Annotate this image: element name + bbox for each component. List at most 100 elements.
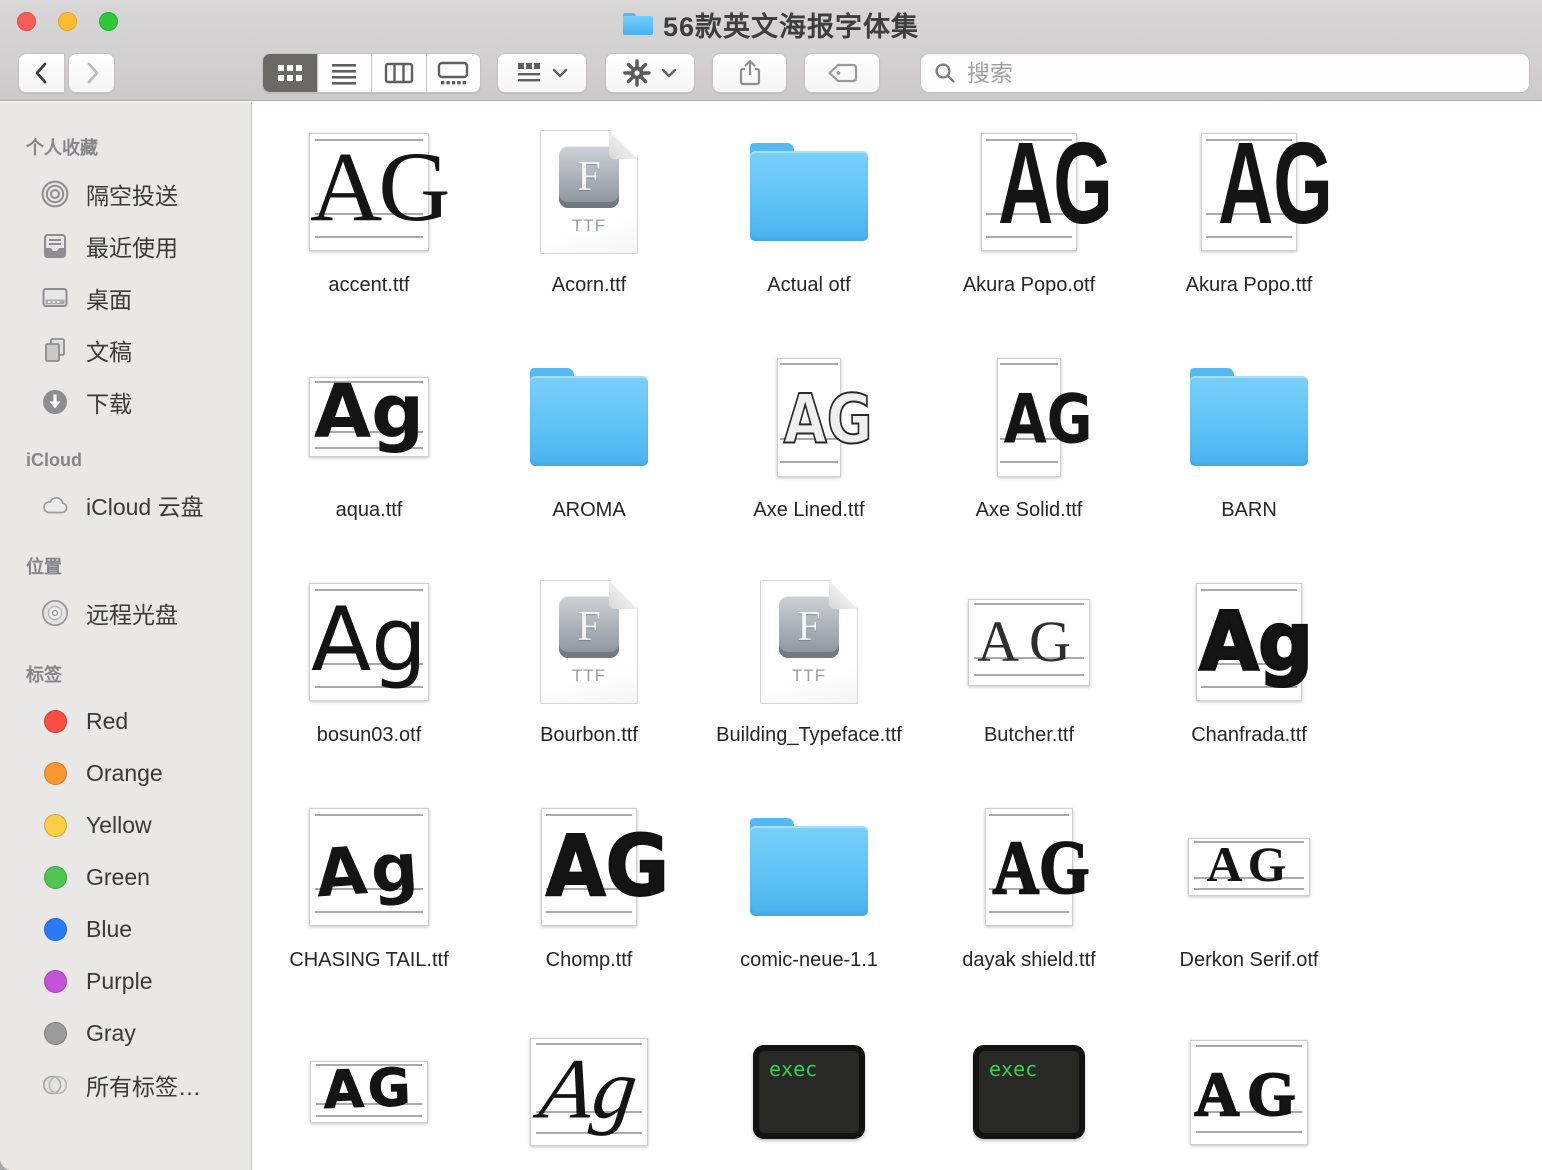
sidebar-item-label: Green <box>86 864 150 891</box>
window-title: 56款英文海报字体集 <box>663 5 919 44</box>
share-button[interactable] <box>712 53 787 93</box>
sidebar-item-tag-red[interactable]: Red <box>0 695 251 747</box>
font-preview-thumbnail: AG <box>310 1061 428 1123</box>
file-item[interactable]: AGDerkon Serif.otf <box>1139 793 1359 1018</box>
font-preview-thumbnail: AG <box>1201 133 1297 251</box>
file-item[interactable]: AgChanfrada.ttf <box>1139 568 1359 793</box>
sidebar-item-disc[interactable]: 远程光盘 <box>0 587 251 639</box>
file-name-label: Chomp.ttf <box>546 945 633 976</box>
file-name-label: aqua.ttf <box>336 495 403 526</box>
file-name-label: Building_Typeface.ttf <box>716 720 902 751</box>
file-item[interactable]: AG <box>259 1018 479 1170</box>
sidebar-section-header: 标签 <box>0 651 251 695</box>
file-item[interactable]: AgCHASING TAIL.ttf <box>259 793 479 1018</box>
file-item[interactable]: FTTF Building_Typeface.ttf <box>699 568 919 793</box>
sidebar-section: 个人收藏隔空投送最近使用桌面文稿下载 <box>0 124 251 428</box>
font-preview-thumbnail: AG <box>309 133 429 251</box>
sidebar-section: 位置远程光盘 <box>0 543 251 639</box>
sidebar-item-tag-blue[interactable]: Blue <box>0 903 251 955</box>
file-grid: AGaccent.ttfFTTFAcorn.ttfActual otfAGAku… <box>253 102 1542 1170</box>
file-item[interactable]: AGButcher.ttf <box>919 568 1139 793</box>
file-item[interactable]: exec <box>919 1018 1139 1170</box>
downloads-icon <box>40 387 70 417</box>
file-name-label: dayak shield.ttf <box>962 945 1095 976</box>
file-item[interactable]: AGdayak shield.ttf <box>919 793 1139 1018</box>
file-item[interactable]: AROMA <box>479 343 699 568</box>
column-view-button[interactable] <box>372 54 427 92</box>
file-item[interactable]: FTTFAcorn.ttf <box>479 118 699 343</box>
file-item[interactable]: AGAkura Popo.ttf <box>1139 118 1359 343</box>
file-item[interactable]: AGAkura Popo.otf <box>919 118 1139 343</box>
font-preview-thumbnail: AG <box>981 133 1077 251</box>
file-name-label: Axe Solid.ttf <box>976 495 1083 526</box>
share-icon <box>736 58 764 88</box>
file-item[interactable]: FTTFBourbon.ttf <box>479 568 699 793</box>
file-item[interactable]: Ag aqua.ttf <box>259 343 479 568</box>
sidebar-item-tag-green[interactable]: Green <box>0 851 251 903</box>
font-preview-thumbnail: AG <box>997 358 1061 477</box>
file-name-label: CHASING TAIL.ttf <box>289 945 448 976</box>
gear-icon <box>622 58 652 88</box>
desktop-icon <box>40 283 70 313</box>
tag-icon <box>825 60 859 86</box>
window-title-group: 56款英文海报字体集 <box>0 8 1542 40</box>
file-name-label: BARN <box>1221 495 1277 526</box>
file-item[interactable]: AG <box>1139 1018 1359 1170</box>
documents-icon <box>40 335 70 365</box>
disc-icon <box>40 598 70 628</box>
sidebar-item-tag-yellow[interactable]: Yellow <box>0 799 251 851</box>
group-button[interactable] <box>497 53 587 93</box>
forward-button[interactable] <box>68 53 115 93</box>
font-preview-thumbnail: Ag <box>309 377 429 457</box>
font-preview-thumbnail: AG <box>777 358 841 477</box>
sidebar-item-tag-orange[interactable]: Orange <box>0 747 251 799</box>
chevron-left-icon <box>29 59 55 87</box>
font-preview-thumbnail: Ag <box>530 1038 648 1146</box>
ttf-document-icon: FTTF <box>760 580 858 704</box>
sidebar-item-icloud[interactable]: iCloud 云盘 <box>0 479 251 531</box>
gallery-view-button[interactable] <box>427 54 481 92</box>
file-item[interactable]: Ag <box>479 1018 699 1170</box>
file-item[interactable]: AG Axe Solid.ttf <box>919 343 1139 568</box>
file-item[interactable]: AGAxe Lined.ttf <box>699 343 919 568</box>
sidebar-item-label: Yellow <box>86 812 152 839</box>
icloud-icon <box>40 490 70 520</box>
tag-button[interactable] <box>804 53 880 93</box>
file-item[interactable]: AGaccent.ttf <box>259 118 479 343</box>
file-item[interactable]: exec <box>699 1018 919 1170</box>
executable-icon: exec <box>973 1045 1085 1139</box>
file-item[interactable]: AGChomp.ttf <box>479 793 699 1018</box>
file-name-label: bosun03.otf <box>317 720 422 751</box>
sidebar-item-downloads[interactable]: 下载 <box>0 376 251 428</box>
sidebar-section-header: 位置 <box>0 543 251 587</box>
sidebar-item-recents[interactable]: 最近使用 <box>0 220 251 272</box>
file-name-label: Butcher.ttf <box>984 720 1074 751</box>
sidebar-item-airdrop[interactable]: 隔空投送 <box>0 168 251 220</box>
search-input[interactable] <box>967 60 1517 87</box>
search-field[interactable] <box>920 53 1530 93</box>
font-preview-thumbnail: Ag <box>1196 583 1302 701</box>
font-preview-thumbnail: AG <box>1190 1040 1308 1145</box>
sidebar-item-label: 远程光盘 <box>86 596 178 630</box>
back-button[interactable] <box>18 53 65 93</box>
icon-view-button[interactable] <box>263 54 318 92</box>
sidebar-section: 标签RedOrange Yellow Green BluePurpleGray所有标签… <box>0 651 251 1111</box>
file-name-label: Derkon Serif.otf <box>1180 945 1319 976</box>
file-name-label: comic-neue-1.1 <box>740 945 878 976</box>
sidebar-item-tag-gray[interactable]: Gray <box>0 1007 251 1059</box>
file-item[interactable]: BARN <box>1139 343 1359 568</box>
view-switcher <box>262 53 481 93</box>
icon-view-icon <box>275 60 305 86</box>
file-item[interactable]: Actual otf <box>699 118 919 343</box>
sidebar-item-documents[interactable]: 文稿 <box>0 324 251 376</box>
sidebar-item-tag-purple[interactable]: Purple <box>0 955 251 1007</box>
folder-icon <box>750 818 868 916</box>
content-area: AGaccent.ttfFTTFAcorn.ttfActual otfAGAku… <box>253 102 1542 1170</box>
action-button[interactable] <box>605 53 695 93</box>
list-view-button[interactable] <box>318 54 373 92</box>
gallery-view-icon <box>436 60 470 86</box>
sidebar-item-all-tags[interactable]: 所有标签… <box>0 1059 251 1111</box>
sidebar-item-desktop[interactable]: 桌面 <box>0 272 251 324</box>
file-item[interactable]: Agbosun03.otf <box>259 568 479 793</box>
file-item[interactable]: comic-neue-1.1 <box>699 793 919 1018</box>
